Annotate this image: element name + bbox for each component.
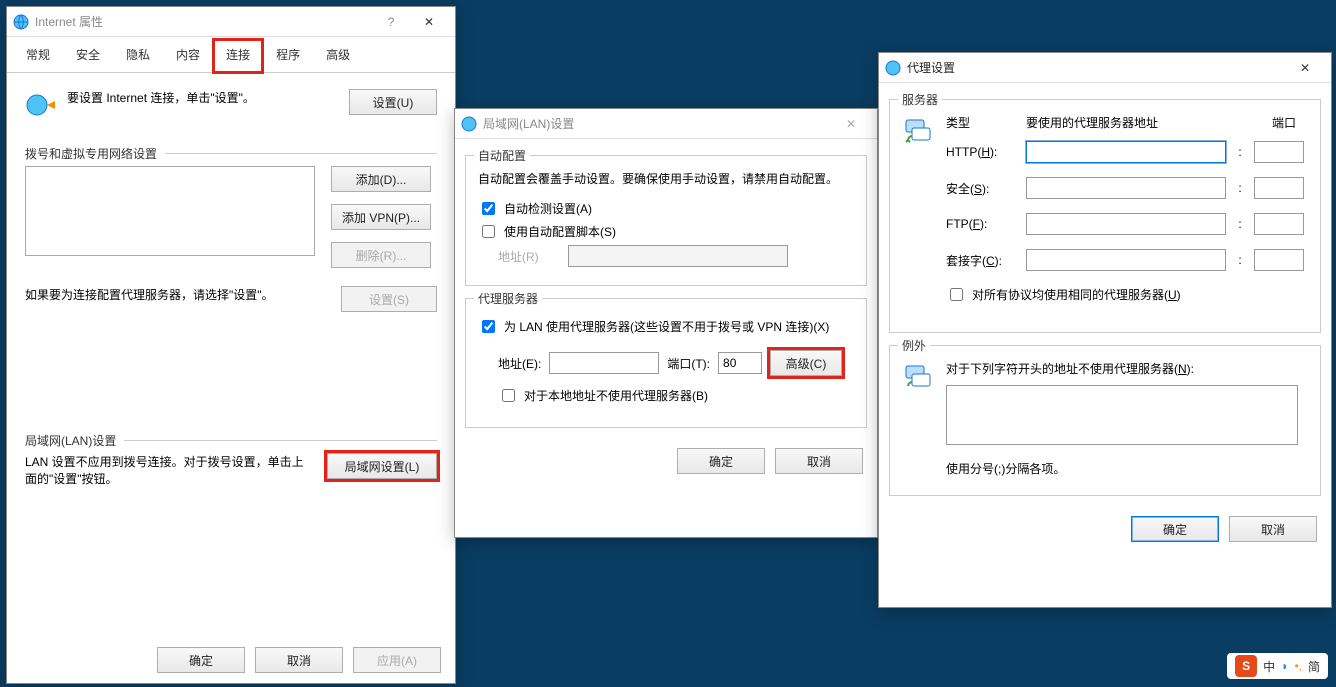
cancel-button[interactable]: 取消 (255, 647, 343, 673)
auto-hint: 自动配置会覆盖手动设置。要确保使用手动设置，请禁用自动配置。 (478, 170, 854, 187)
tab-general[interactable]: 常规 (13, 39, 63, 72)
group-legend: 例外 (898, 337, 930, 354)
http-label: HTTP(H): (946, 145, 1016, 159)
ftp-label: FTP(F): (946, 217, 1016, 231)
tab-body: 要设置 Internet 连接，单击"设置"。 设置(U) 拨号和虚拟专用网络设… (7, 73, 455, 503)
proxy-port-input[interactable] (718, 352, 762, 374)
col-port: 端口 (1246, 114, 1296, 131)
use-script-input[interactable] (482, 225, 495, 238)
exceptions-hint: 使用分号(;)分隔各项。 (946, 460, 1308, 477)
setup-button[interactable]: 设置(U) (349, 89, 437, 115)
lan-hint: LAN 设置不应用到拨号连接。对于拨号设置，单击上面的"设置"按钮。 (25, 453, 311, 487)
ok-button[interactable]: 确定 (677, 448, 765, 474)
lan-settings-button[interactable]: 局域网设置(L) (327, 453, 437, 479)
socks-label: 套接字(C): (946, 252, 1016, 269)
setup-text: 要设置 Internet 连接，单击"设置"。 (67, 89, 339, 106)
tabstrip: 常规 安全 隐私 内容 连接 程序 高级 (7, 37, 455, 73)
secure-addr-input[interactable] (1026, 177, 1226, 199)
ok-button[interactable]: 确定 (157, 647, 245, 673)
sogou-ime-indicator[interactable]: S 中 ◗ •, 简 (1227, 653, 1328, 679)
auto-config-group: 自动配置 自动配置会覆盖手动设置。要确保使用手动设置，请禁用自动配置。 自动检测… (465, 155, 867, 286)
bypass-local-input[interactable] (502, 389, 515, 402)
exceptions-textarea[interactable] (946, 385, 1298, 445)
group-legend: 代理服务器 (474, 290, 542, 307)
cancel-button[interactable]: 取消 (775, 448, 863, 474)
lan-section-label: 局域网(LAN)设置 (25, 432, 437, 449)
internet-icon (13, 14, 29, 30)
window-title: 局域网(LAN)设置 (483, 115, 831, 132)
help-button[interactable]: ? (373, 7, 409, 37)
ok-button[interactable]: 确定 (1131, 516, 1219, 542)
servers-group: 服务器 类型 要使用的代理服务器地址 端口 HTTP(H): : (889, 99, 1321, 333)
close-button[interactable]: ✕ (1285, 53, 1325, 83)
proxy-addr-label: 地址(E): (498, 355, 541, 372)
dialup-section-label: 拨号和虚拟专用网络设置 (25, 145, 437, 162)
tab-security[interactable]: 安全 (63, 39, 113, 72)
http-port-input[interactable] (1254, 141, 1304, 163)
proxy-hint: 如果要为连接配置代理服务器，请选择"设置"。 (25, 286, 325, 303)
lan-settings-dialog: 局域网(LAN)设置 ✕ 自动配置 自动配置会覆盖手动设置。要确保使用手动设置，… (454, 108, 878, 538)
internet-properties-dialog: Internet 属性 ? ✕ 常规 安全 隐私 内容 连接 程序 高级 要设置… (6, 6, 456, 684)
tab-content[interactable]: 内容 (163, 39, 213, 72)
ftp-addr-input[interactable] (1026, 213, 1226, 235)
titlebar: Internet 属性 ? ✕ (7, 7, 455, 37)
add-button[interactable]: 添加(D)... (331, 166, 431, 192)
window-title: 代理设置 (907, 59, 1285, 76)
titlebar: 局域网(LAN)设置 ✕ (455, 109, 877, 139)
proxy-port-label: 端口(T): (667, 355, 710, 372)
window-title: Internet 属性 (35, 13, 373, 30)
connection-wizard-icon (25, 89, 57, 121)
same-all-input[interactable] (950, 288, 963, 301)
apply-button[interactable]: 应用(A) (353, 647, 441, 673)
advanced-button[interactable]: 高级(C) (770, 350, 842, 376)
tab-programs[interactable]: 程序 (263, 39, 313, 72)
bypass-local-checkbox[interactable]: 对于本地地址不使用代理服务器(B) (498, 386, 854, 405)
cancel-button[interactable]: 取消 (1229, 516, 1317, 542)
use-proxy-input[interactable] (482, 320, 495, 333)
internet-icon (461, 116, 477, 132)
script-addr-label: 地址(R) (498, 248, 558, 265)
exceptions-label: 对于下列字符开头的地址不使用代理服务器(N): (946, 360, 1308, 377)
tab-connections[interactable]: 连接 (213, 39, 263, 73)
moon-icon: ◗ (1281, 659, 1288, 673)
auto-detect-input[interactable] (482, 202, 495, 215)
dots-icon: •, (1294, 659, 1302, 673)
titlebar: 代理设置 ✕ (879, 53, 1331, 83)
server-icon (902, 360, 934, 392)
use-proxy-checkbox[interactable]: 为 LAN 使用代理服务器(这些设置不用于拨号或 VPN 连接)(X) (478, 317, 854, 336)
auto-detect-checkbox[interactable]: 自动检测设置(A) (478, 199, 854, 218)
socks-port-input[interactable] (1254, 249, 1304, 271)
proxy-addr-input[interactable] (549, 352, 659, 374)
tab-privacy[interactable]: 隐私 (113, 39, 163, 72)
same-all-checkbox[interactable]: 对所有协议均使用相同的代理服务器(U) (946, 285, 1308, 304)
dialup-listbox[interactable] (25, 166, 315, 256)
close-button[interactable]: ✕ (409, 7, 449, 37)
group-legend: 自动配置 (474, 147, 530, 164)
proxy-server-group: 代理服务器 为 LAN 使用代理服务器(这些设置不用于拨号或 VPN 连接)(X… (465, 298, 867, 428)
socks-addr-input[interactable] (1026, 249, 1226, 271)
secure-label: 安全(S): (946, 180, 1016, 197)
group-legend: 服务器 (898, 91, 942, 108)
close-button[interactable]: ✕ (831, 109, 871, 139)
http-addr-input[interactable] (1026, 141, 1226, 163)
sogou-logo-icon: S (1235, 655, 1257, 677)
script-addr-input[interactable] (568, 245, 788, 267)
remove-button[interactable]: 删除(R)... (331, 242, 431, 268)
ime-simplified: 简 (1308, 658, 1320, 675)
system-tray: S 中 ◗ •, 简 (1227, 653, 1328, 679)
use-script-checkbox[interactable]: 使用自动配置脚本(S) (478, 222, 854, 241)
col-addr: 要使用的代理服务器地址 (1026, 114, 1236, 131)
internet-icon (885, 60, 901, 76)
tab-advanced[interactable]: 高级 (313, 39, 363, 72)
ime-mode: 中 (1263, 658, 1275, 675)
exceptions-group: 例外 对于下列字符开头的地址不使用代理服务器(N): 使用分号(;)分隔各项。 (889, 345, 1321, 496)
col-type: 类型 (946, 114, 1016, 131)
ftp-port-input[interactable] (1254, 213, 1304, 235)
dialup-settings-button[interactable]: 设置(S) (341, 286, 437, 312)
server-icon (902, 114, 934, 146)
proxy-settings-dialog: 代理设置 ✕ 服务器 类型 要使用的代理服务器地址 端口 HTTP(H): : (878, 52, 1332, 608)
secure-port-input[interactable] (1254, 177, 1304, 199)
add-vpn-button[interactable]: 添加 VPN(P)... (331, 204, 431, 230)
